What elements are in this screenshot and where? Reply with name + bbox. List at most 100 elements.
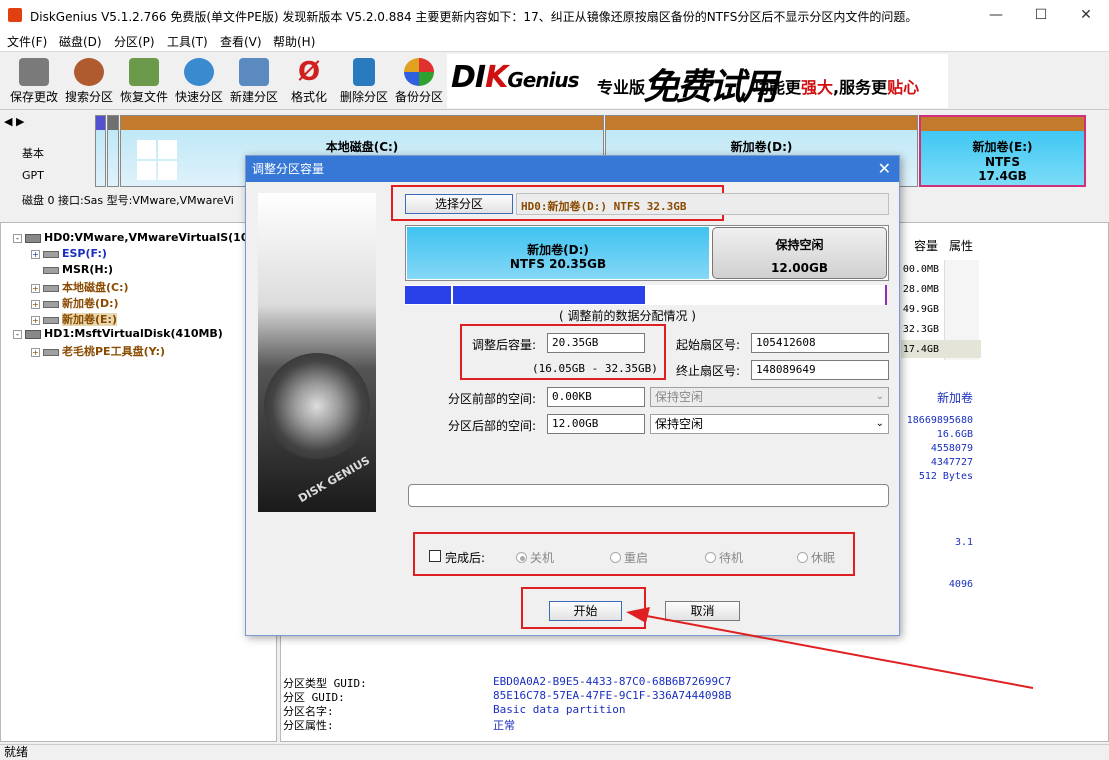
disk-style-label: GPT (22, 169, 44, 182)
distribution-caption: ( 调整前的数据分配情况 ) (559, 309, 696, 323)
maximize-icon[interactable]: ☐ (1018, 0, 1064, 30)
recover-files-button[interactable]: 恢复文件 (117, 56, 171, 108)
disk-genius-hdd-illustration: DISK GENIUS (258, 193, 376, 512)
menu-disk[interactable]: 磁盘(D) (59, 33, 102, 50)
save-icon (19, 58, 49, 86)
capacity-cell: 32.3GB (902, 324, 939, 335)
minimize-icon[interactable]: — (973, 0, 1019, 30)
start-sector-input[interactable]: 105412608 (751, 333, 889, 353)
col-capacity: 容量 (914, 239, 939, 253)
disk-nav-arrows[interactable]: ◀ ▶ (4, 115, 24, 128)
selected-partition-field: HD0:新加卷(D:) NTFS 32.3GB (516, 193, 889, 215)
format-button[interactable]: Ø 格式化 (282, 56, 336, 108)
banner-slogan: 功能更强大,服务更贴心 (753, 78, 920, 97)
menu-file[interactable]: 文件(F) (7, 33, 47, 50)
partition-block-esp[interactable] (95, 115, 106, 187)
tree-node-hd1[interactable]: - HD1:MsftVirtualDisk(410MB) (13, 327, 223, 340)
tree-node-e[interactable]: + 新加卷(E:) (31, 311, 117, 327)
menu-tools[interactable]: 工具(T) (167, 33, 208, 50)
window-title: DiskGenius V5.1.2.766 免费版(单文件PE版) 发现新版本 … (30, 10, 918, 24)
menu-help[interactable]: 帮助(H) (273, 33, 315, 50)
save-button[interactable]: 保存更改 (7, 56, 61, 108)
partition-icon (43, 348, 59, 356)
partition-block-e[interactable]: 新加卷(E:) NTFS 17.4GB (919, 115, 1086, 187)
menu-view[interactable]: 查看(V) (220, 33, 262, 50)
search-partition-button[interactable]: 搜索分区 (62, 56, 116, 108)
format-icon: Ø (297, 57, 321, 87)
space-before-input[interactable]: 0.00KB (547, 387, 645, 407)
delete-partition-button[interactable]: 删除分区 (337, 56, 391, 108)
partition-icon (43, 316, 59, 324)
radio-shutdown[interactable]: 关机 (516, 549, 554, 566)
dialog-close-icon[interactable]: ✕ (878, 156, 891, 182)
capacity-cell: 17.4GB (902, 344, 939, 355)
tree-node-hd0[interactable]: - HD0:VMware,VMwareVirtualS(10 (13, 231, 248, 244)
radio-hibernate[interactable]: 休眠 (797, 549, 835, 566)
chevron-down-icon: ⌄ (875, 391, 884, 402)
cluster-size: 4096 (948, 579, 973, 590)
data-distribution-bar (405, 285, 887, 305)
volume-name: 新加卷 (937, 391, 974, 405)
radio-restart[interactable]: 重启 (610, 549, 648, 566)
partition-layout-bar[interactable]: 新加卷(D:) NTFS 20.35GB 保持空闲 12.00GB (405, 225, 889, 281)
new-partition-icon (239, 58, 269, 86)
new-size-label: 调整后容量: (472, 338, 537, 352)
tree-node-d[interactable]: + 新加卷(D:) (31, 295, 119, 311)
ntfs-version: 3.1 (954, 537, 973, 548)
select-partition-button[interactable]: 选择分区 (405, 194, 513, 214)
close-icon[interactable]: ✕ (1063, 0, 1109, 30)
tree-node-c[interactable]: + 本地磁盘(C:) (31, 279, 129, 295)
tree-node-esp[interactable]: + ESP(F:) (31, 247, 107, 260)
space-after-input[interactable]: 12.00GB (547, 414, 645, 434)
new-partition-button[interactable]: 新建分区 (227, 56, 281, 108)
capacity-cell: 00.0MB (902, 264, 939, 275)
promo-banner[interactable]: DIKGenius 专业版 免费试用 功能更强大,服务更贴心 (447, 54, 948, 108)
after-completion-label: 完成后: (445, 551, 486, 565)
guid-label: 分区属性: (283, 719, 334, 732)
capacity-cell: 28.0MB (902, 284, 939, 295)
quick-partition-button[interactable]: 快速分区 (172, 56, 226, 108)
cancel-button[interactable]: 取消 (665, 601, 740, 621)
end-sector-input[interactable]: 148089649 (751, 360, 889, 380)
guid-value: Basic data partition (493, 703, 626, 716)
backup-partition-button[interactable]: 备份分区 (392, 56, 446, 108)
search-partition-icon (74, 58, 104, 86)
partition-icon (43, 284, 59, 292)
windows-logo-icon (137, 140, 177, 180)
banner-edition: 专业版 (597, 78, 646, 97)
disk-icon (25, 233, 41, 243)
new-size-input[interactable]: 20.35GB (547, 333, 645, 353)
resize-partition-dialog: 调整分区容量 ✕ DISK GENIUS 选择分区 HD0:新加卷(D:) NT… (245, 155, 900, 636)
space-after-label: 分区后部的空间: (448, 419, 537, 433)
recover-files-icon (129, 58, 159, 86)
space-before-select[interactable]: 保持空闲 ⌄ (650, 387, 889, 407)
backup-partition-icon (404, 58, 434, 86)
partition-d-segment[interactable]: 新加卷(D:) NTFS 20.35GB (407, 227, 709, 279)
partition-icon (43, 250, 59, 258)
guid-value: EBD0A0A2-B9E5-4433-87C0-68B6B72699C7 (493, 675, 732, 688)
col-attributes: 属性 (949, 239, 974, 253)
end-sector-label: 终止扇区号: (676, 364, 741, 378)
disk-tree: -HD0:VMware,VMwareVirtualS(10 +ESP(F:) +… (0, 222, 277, 742)
title-bar: DiskGenius V5.1.2.766 免费版(单文件PE版) 发现新版本 … (0, 0, 1109, 30)
banner-logo: DIKGenius (451, 60, 580, 95)
data-usage-fill (405, 286, 645, 304)
free-space-segment[interactable]: 保持空闲 12.00GB (712, 227, 887, 279)
size-range-hint: (16.05GB - 32.35GB) (532, 362, 658, 375)
guid-value: 85E16C78-57EA-47FE-9C1F-336A7444098B (493, 689, 732, 702)
disk-icon (25, 329, 41, 339)
partition-icon (43, 266, 59, 274)
partition-block-msr[interactable] (107, 115, 119, 187)
progress-bar (408, 484, 889, 507)
after-completion-checkbox[interactable] (429, 550, 441, 562)
radio-standby[interactable]: 待机 (705, 549, 743, 566)
menu-partition[interactable]: 分区(P) (114, 33, 155, 50)
disk-info: 磁盘 0 接口:Sas 型号:VMware,VMwareVi (22, 194, 234, 207)
delete-partition-icon (353, 58, 375, 86)
tree-node-y[interactable]: + 老毛桃PE工具盘(Y:) (31, 343, 165, 359)
tree-node-msr[interactable]: +MSR(H:) (31, 263, 113, 276)
space-after-select[interactable]: 保持空闲 ⌄ (650, 414, 889, 434)
app-icon (8, 8, 22, 22)
start-button[interactable]: 开始 (549, 601, 622, 621)
chevron-down-icon: ⌄ (875, 418, 884, 429)
